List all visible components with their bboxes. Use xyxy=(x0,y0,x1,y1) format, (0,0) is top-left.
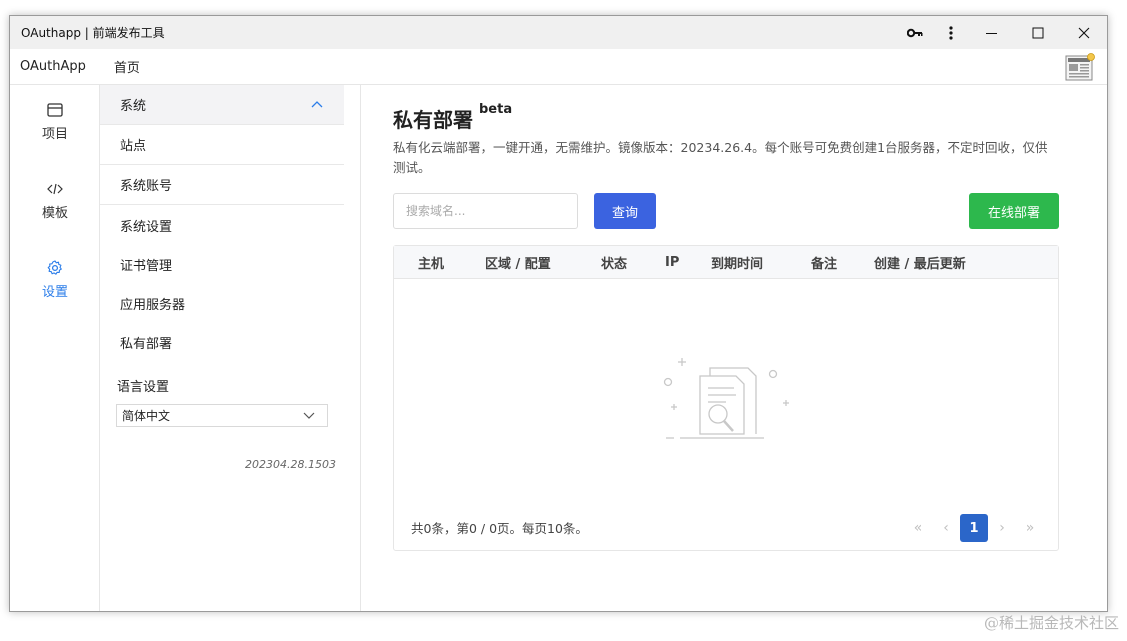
pagination-summary: 共0条，第0 / 0页。每页10条。 xyxy=(411,521,588,536)
chevron-up-icon xyxy=(311,101,323,108)
menu-bar: OAuthApp 首页 xyxy=(10,49,1107,85)
servers-table: 主机 区域 / 配置 状态 IP 到期时间 备注 创建 / 最后更新 共0条，第… xyxy=(393,245,1059,551)
language-select-value: 简体中文 xyxy=(122,409,171,423)
sidebar-item-sites[interactable]: 站点 xyxy=(100,125,344,165)
sidebar-item-label: 应用服务器 xyxy=(120,297,186,313)
sidebar-item-private-deploy[interactable]: 私有部署 xyxy=(100,322,344,362)
sidebar-item-system-settings[interactable]: 系统设置 xyxy=(100,205,344,245)
home-link[interactable]: 首页 xyxy=(114,57,140,76)
nav-item-settings[interactable]: 设置 xyxy=(10,259,100,300)
main-content: 私有部署 beta 私有化云端部署，一键开通，无需维护。镜像版本：20234.2… xyxy=(362,85,1107,611)
minimize-button[interactable] xyxy=(969,16,1015,49)
title-bar: OAuthapp | 前端发布工具 xyxy=(10,16,1107,49)
query-button[interactable]: 查询 xyxy=(594,193,656,229)
page-button-current[interactable]: 1 xyxy=(960,514,988,542)
sidebar-item-certificates[interactable]: 证书管理 xyxy=(100,244,344,284)
app-window: OAuthapp | 前端发布工具 OAuthApp 首页 项目 模板 设置 系… xyxy=(9,15,1108,612)
settings-sidebar: 系统 站点 系统账号 系统设置 证书管理 应用服务器 私有部署 语言设置 简体中… xyxy=(100,85,361,611)
last-page-icon[interactable]: » xyxy=(1016,514,1044,542)
sidebar-item-label: 系统账号 xyxy=(120,179,173,194)
app-name-link[interactable]: OAuthApp xyxy=(20,59,86,74)
page-description: 私有化云端部署，一键开通，无需维护。镜像版本：20234.26.4。每个账号可免… xyxy=(393,140,1048,175)
code-icon xyxy=(47,183,63,195)
language-select[interactable]: 简体中文 xyxy=(116,404,328,427)
nav-item-projects[interactable]: 项目 xyxy=(10,101,100,142)
prev-page-icon[interactable]: ‹ xyxy=(932,514,960,542)
primary-nav: 项目 模板 设置 xyxy=(10,85,100,611)
maximize-button[interactable] xyxy=(1015,16,1061,49)
online-deploy-button[interactable]: 在线部署 xyxy=(969,193,1059,229)
sidebar-item-system-accounts[interactable]: 系统账号 xyxy=(100,165,344,205)
sidebar-item-label: 证书管理 xyxy=(120,258,173,274)
sidebar-item-app-servers[interactable]: 应用服务器 xyxy=(100,283,344,323)
domain-search-input[interactable] xyxy=(393,193,578,229)
nav-label-settings: 设置 xyxy=(41,285,68,300)
close-button[interactable] xyxy=(1061,16,1107,49)
pagination: « ‹ 1 › » xyxy=(904,514,1044,542)
key-icon[interactable] xyxy=(897,16,933,49)
column-header-host: 主机 xyxy=(418,257,445,272)
empty-state-icon xyxy=(660,354,796,446)
column-header-region: 区域 / 配置 xyxy=(485,257,551,272)
gear-icon xyxy=(47,260,62,275)
system-group-title: 系统 xyxy=(120,99,147,114)
next-page-icon[interactable]: › xyxy=(988,514,1016,542)
page-title: 私有部署 xyxy=(393,108,473,132)
calendar-icon xyxy=(47,103,63,117)
column-header-created-updated: 创建 / 最后更新 xyxy=(874,257,966,272)
window-title: OAuthapp | 前端发布工具 xyxy=(21,26,165,40)
sidebar-item-label: 私有部署 xyxy=(120,336,173,352)
system-group-header[interactable]: 系统 xyxy=(100,85,344,125)
nav-item-templates[interactable]: 模板 xyxy=(10,180,100,221)
sidebar-item-label: 站点 xyxy=(120,139,147,154)
column-header-status: 状态 xyxy=(601,257,628,272)
table-header: 主机 区域 / 配置 状态 IP 到期时间 备注 创建 / 最后更新 xyxy=(394,246,1058,279)
version-text: 202304.28.1503 xyxy=(245,458,336,471)
sidebar-item-label: 系统设置 xyxy=(120,219,173,235)
watermark: @稀土掘金技术社区 xyxy=(983,614,1119,632)
column-header-ip: IP xyxy=(665,255,680,270)
language-label: 语言设置 xyxy=(117,380,170,395)
nav-label-projects: 项目 xyxy=(41,127,68,142)
column-header-expiry: 到期时间 xyxy=(711,257,764,272)
beta-badge: beta xyxy=(479,102,513,117)
news-icon[interactable] xyxy=(1065,53,1095,81)
first-page-icon[interactable]: « xyxy=(904,514,932,542)
more-options-icon[interactable] xyxy=(933,16,969,49)
chevron-down-icon xyxy=(303,412,315,419)
column-header-note: 备注 xyxy=(811,257,838,272)
nav-label-templates: 模板 xyxy=(41,206,68,221)
